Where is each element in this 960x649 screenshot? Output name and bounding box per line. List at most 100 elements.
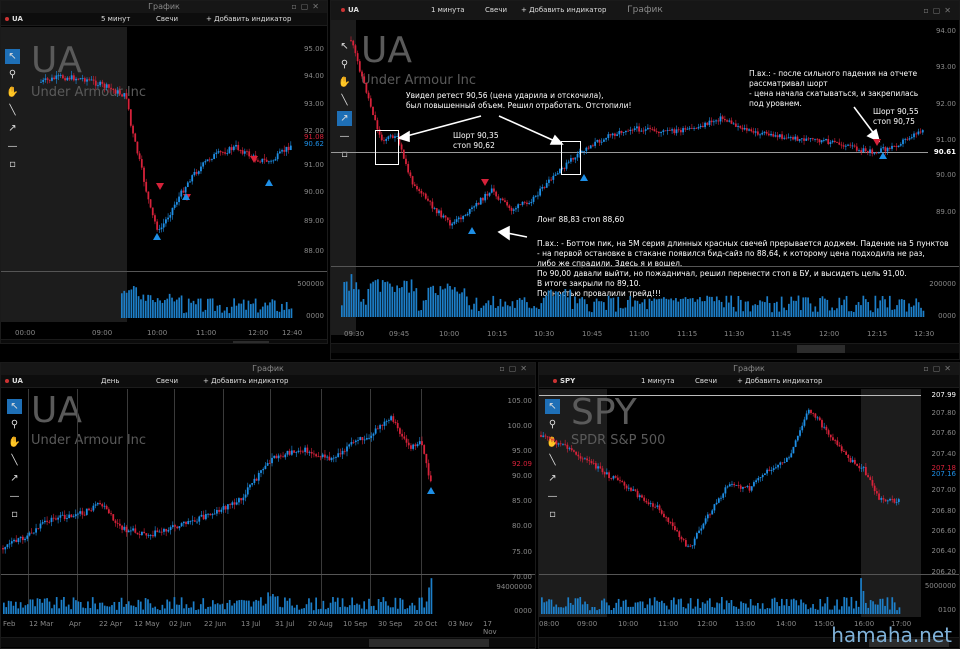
- symbol-selector[interactable]: UA: [341, 1, 359, 20]
- volume-bar: [526, 302, 528, 317]
- candle-body: [462, 216, 465, 220]
- volume-bar: [554, 291, 557, 317]
- window-controls[interactable]: ▫▢✕: [923, 1, 955, 20]
- symbol-selector[interactable]: SPY: [553, 375, 575, 388]
- window-controls[interactable]: ▫▢✕: [291, 1, 323, 13]
- volume-bar: [339, 607, 342, 614]
- retest-box[interactable]: [561, 141, 581, 175]
- candle-body: [752, 131, 755, 133]
- scroller-thumb[interactable]: [233, 341, 269, 343]
- candle-body: [125, 93, 128, 99]
- volume-bar: [824, 298, 826, 317]
- volume-bar: [665, 605, 668, 614]
- volume-bar: [300, 608, 303, 614]
- price-chart[interactable]: [539, 389, 921, 574]
- add-indicator-button[interactable]: + Добавить индикатор: [521, 1, 606, 20]
- add-indicator-button[interactable]: + Добавить индикатор: [206, 13, 291, 26]
- price-chart[interactable]: [1, 389, 497, 574]
- candle-body: [715, 502, 718, 505]
- volume-bar: [877, 604, 879, 614]
- candle-body: [805, 413, 808, 420]
- volume-bar: [269, 596, 272, 614]
- timeline-scroller[interactable]: [1, 339, 327, 343]
- candle-body: [605, 472, 608, 475]
- volume-bar: [497, 306, 499, 317]
- volume-separator: [1, 271, 327, 272]
- candle-body: [21, 536, 24, 541]
- chart-style-selector[interactable]: Свечи: [695, 375, 717, 388]
- window-controls[interactable]: ▫▢✕: [923, 363, 955, 375]
- volume-bar: [569, 602, 572, 614]
- candle-body: [123, 93, 126, 97]
- candle-body: [660, 132, 662, 134]
- volume-bar: [692, 608, 694, 614]
- volume-bar: [173, 301, 176, 318]
- retest-box[interactable]: [375, 130, 399, 165]
- candle-body: [423, 445, 426, 454]
- candle-body: [438, 210, 440, 214]
- volume-bar: [432, 285, 435, 317]
- price-tick: 90.00: [935, 171, 956, 179]
- candle-body: [52, 517, 55, 519]
- candle-body: [96, 502, 99, 505]
- interval-selector[interactable]: День: [101, 375, 119, 388]
- price-tick: 90.00: [303, 188, 324, 196]
- volume-bar: [195, 610, 197, 614]
- volume-bar: [749, 599, 752, 614]
- candle-body: [59, 515, 62, 518]
- candle-body: [110, 87, 113, 89]
- volume-bar: [800, 310, 802, 317]
- interval-selector[interactable]: 1 минута: [431, 1, 465, 20]
- price-chart[interactable]: [1, 27, 299, 272]
- interval-selector[interactable]: 5 минут: [101, 13, 130, 26]
- volume-bar: [422, 300, 425, 317]
- volume-bar: [824, 603, 826, 614]
- candle-body: [510, 208, 513, 211]
- scroller-thumb[interactable]: [797, 345, 845, 353]
- candle-body: [215, 509, 218, 514]
- candle-body: [623, 482, 626, 486]
- candle-body: [174, 525, 176, 527]
- candle-body: [107, 509, 110, 514]
- volume-bar: [396, 285, 398, 317]
- candle-body: [895, 501, 898, 503]
- candle-body: [688, 127, 691, 129]
- chart-style-selector[interactable]: Свечи: [156, 375, 178, 388]
- candle-body: [508, 205, 511, 209]
- volume-bar: [48, 601, 51, 614]
- symbol-selector[interactable]: UA: [5, 13, 23, 26]
- volume-bar: [601, 600, 603, 614]
- candle-body: [862, 148, 865, 153]
- candle-body: [158, 531, 161, 533]
- price-chart[interactable]: [331, 20, 928, 265]
- window-controls[interactable]: ▫▢✕: [499, 363, 531, 375]
- volume-bar: [550, 289, 552, 317]
- volume-bar: [747, 301, 749, 317]
- volume-bar: [264, 302, 267, 318]
- symbol-selector[interactable]: UA: [5, 375, 23, 388]
- volume-bar: [480, 307, 483, 317]
- timeline-scroller[interactable]: [331, 343, 959, 353]
- volume-bar: [802, 297, 805, 317]
- candle-body: [754, 131, 757, 133]
- price-tag: 90.62: [303, 140, 324, 148]
- candle-body: [30, 532, 33, 534]
- volume-bar: [593, 301, 596, 317]
- candle-body: [550, 179, 553, 181]
- timeline-scroller[interactable]: [1, 637, 535, 647]
- add-indicator-button[interactable]: + Добавить индикатор: [203, 375, 288, 388]
- candle-body: [735, 485, 738, 486]
- interval-selector[interactable]: 1 минута: [641, 375, 675, 388]
- volume-bar: [819, 298, 821, 317]
- scroller-thumb[interactable]: [369, 639, 489, 647]
- candle-body: [121, 525, 123, 530]
- add-indicator-button[interactable]: + Добавить индикатор: [737, 375, 822, 388]
- chart-style-selector[interactable]: Свечи: [485, 1, 507, 20]
- volume-bar: [387, 605, 390, 614]
- chart-style-selector[interactable]: Свечи: [156, 13, 178, 26]
- candle-body: [770, 470, 773, 471]
- volume-bar: [470, 309, 473, 317]
- volume-bar: [795, 300, 797, 317]
- time-tick: 03 Nov: [448, 620, 473, 628]
- candle-body: [847, 454, 850, 458]
